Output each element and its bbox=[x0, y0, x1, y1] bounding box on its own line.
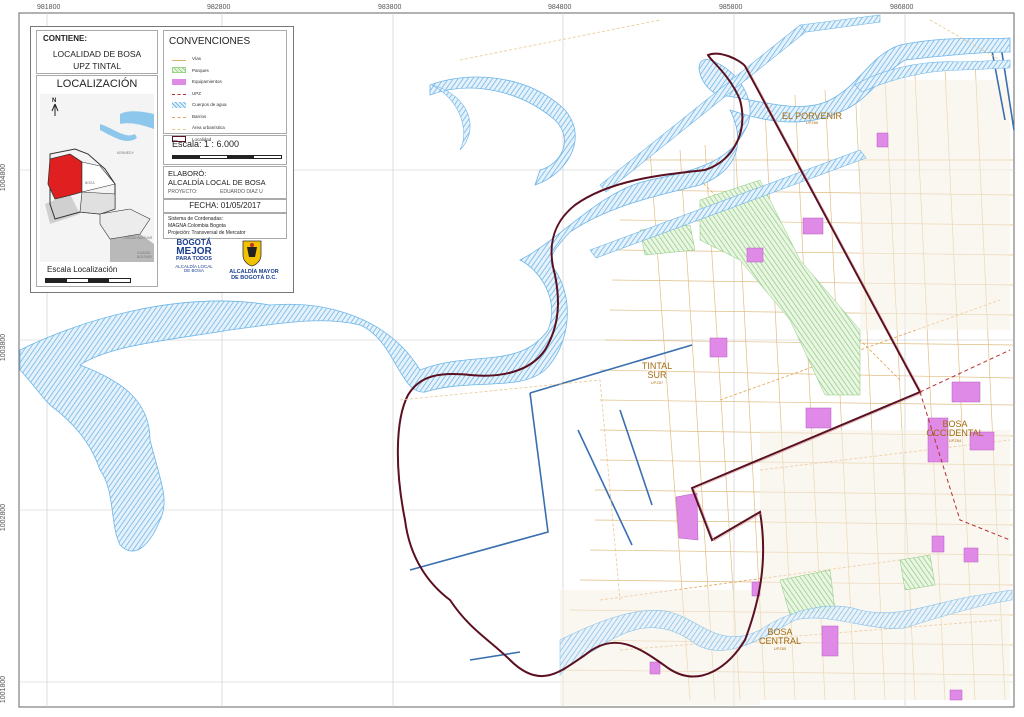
equipment-swatch bbox=[172, 78, 186, 85]
legend-item: Cuerpos de agua bbox=[172, 99, 227, 111]
y-coordinate-label: 1003800 bbox=[0, 333, 8, 362]
x-coordinate-label: 981800 bbox=[37, 4, 61, 11]
legend-list: Vías Parques Equipamientos UPZ Cuerpos d… bbox=[172, 53, 227, 145]
place-label-bosa-central: BOSA CENTRAL UPZ85 bbox=[755, 627, 805, 651]
proyecto-value: EDUARDO DIAZ U bbox=[220, 189, 263, 195]
convenciones-title: CONVENCIONES bbox=[169, 36, 251, 47]
legend-item: UPZ bbox=[172, 88, 227, 100]
legend-label: Vías bbox=[192, 56, 202, 62]
convenciones-box: CONVENCIONES Vías Parques Equipamientos … bbox=[163, 30, 287, 143]
legend-label: Cuerpos de agua bbox=[192, 102, 227, 108]
contiene-line2: UPZ TINTAL bbox=[73, 61, 121, 71]
place-name: BOSA OCCIDENTAL bbox=[926, 419, 984, 439]
escala-label: Escala: 1 : 6.000 bbox=[172, 139, 240, 149]
legend-label: Barrios bbox=[192, 113, 207, 119]
legend-item: Parques bbox=[172, 65, 227, 77]
sistema-line2: MAGNA Colombia Bogota bbox=[168, 223, 226, 229]
sistema-box: Sistema de Cordenadas: MAGNA Colombia Bo… bbox=[163, 213, 287, 239]
sistema-line1: Sistema de Cordenadas: bbox=[168, 216, 224, 222]
legend-label: Equipamientos bbox=[192, 79, 222, 85]
x-coordinate-label: 984800 bbox=[548, 4, 572, 11]
elaboro-box: ELABORÓ: ALCALDÍA LOCAL DE BOSA PROYECTO… bbox=[163, 166, 287, 199]
escala-localizacion-label: Escala Localización bbox=[47, 265, 118, 274]
place-label-tintal-sur: TINTAL SUR UPZ87 bbox=[637, 361, 677, 385]
barrios-swatch bbox=[172, 114, 186, 119]
legend-label: Área urbanística bbox=[192, 125, 225, 131]
bogota-mejor-logo: BOGOTÁ MEJOR PARA TODOS ALCALDÍA LOCAL D… bbox=[168, 239, 220, 274]
place-code: UPZ84 bbox=[948, 437, 962, 443]
map-info-panel: CONTIENE: LOCALIDAD DE BOSA UPZ TINTAL L… bbox=[30, 26, 294, 293]
logo-text: PARA TODOS bbox=[176, 256, 212, 262]
legend-label: Parques bbox=[192, 67, 209, 73]
localizacion-box: LOCALIZACIÓN N KENNEDY BOSA CIUDAD BOLÍV… bbox=[36, 75, 158, 287]
roads-swatch bbox=[172, 57, 186, 61]
legend-label: UPZ bbox=[192, 90, 201, 96]
inset-label: CIUDAD BOLÍVAR bbox=[123, 236, 153, 240]
legend-item: Equipamientos bbox=[172, 76, 227, 88]
x-coordinate-label: 983800 bbox=[378, 4, 402, 11]
scale-bar bbox=[172, 155, 282, 159]
logo-text: DE BOGOTÁ D.C. bbox=[231, 275, 277, 282]
y-coordinate-label: 1001800 bbox=[0, 675, 8, 704]
inset-scale-bar bbox=[45, 278, 131, 283]
elaboro-value: ALCALDÍA LOCAL DE BOSA bbox=[168, 178, 266, 187]
contiene-label: CONTIENE: bbox=[43, 34, 87, 43]
water-swatch bbox=[172, 101, 186, 108]
elaboro-label: ELABORÓ: bbox=[168, 169, 207, 178]
place-name: TINTAL SUR bbox=[641, 361, 673, 381]
proyecto-label: PROYECTO: bbox=[168, 189, 198, 195]
legend-item: Área urbanística bbox=[172, 122, 227, 134]
fecha-box: FECHA: 01/05/2017 bbox=[163, 199, 287, 213]
place-label-bosa-occidental: BOSA OCCIDENTAL UPZ84 bbox=[920, 419, 990, 443]
logos-box: BOGOTÁ MEJOR PARA TODOS ALCALDÍA LOCAL D… bbox=[163, 239, 285, 287]
sistema-line3: Projeción: Transversal de Mercator bbox=[168, 230, 246, 236]
logo-text: DE BOSA bbox=[183, 268, 204, 273]
x-coordinate-label: 982800 bbox=[207, 4, 231, 11]
contiene-box: CONTIENE: LOCALIDAD DE BOSA UPZ TINTAL bbox=[36, 30, 158, 74]
place-code: UPZ85 bbox=[773, 645, 787, 651]
legend-item: Vías bbox=[172, 53, 227, 65]
place-code: UPZ86 bbox=[805, 120, 819, 126]
place-name: BOSA CENTRAL bbox=[758, 627, 801, 647]
inset-label: KENNEDY bbox=[117, 151, 134, 155]
escala-box: Escala: 1 : 6.000 bbox=[163, 135, 287, 165]
legend-item: Barrios bbox=[172, 111, 227, 123]
place-label-el-porvenir: EL PORVENIR UPZ86 bbox=[782, 111, 842, 126]
y-coordinate-label: 1002800 bbox=[0, 503, 8, 532]
inset-label: CIUDAD BOLÍVAR bbox=[137, 251, 152, 259]
y-coordinate-label: 1004800 bbox=[0, 163, 8, 192]
urban-area-swatch bbox=[172, 126, 186, 130]
inset-label: BOSA bbox=[85, 181, 95, 185]
place-code: UPZ87 bbox=[650, 379, 664, 385]
parks-swatch bbox=[172, 67, 186, 74]
contiene-line1: LOCALIDAD DE BOSA bbox=[52, 49, 142, 59]
localizacion-title: LOCALIZACIÓN bbox=[56, 78, 138, 90]
upz-swatch bbox=[172, 91, 186, 96]
x-coordinate-label: 986800 bbox=[890, 4, 914, 11]
fecha-value: FECHA: 01/05/2017 bbox=[189, 201, 261, 210]
alcaldia-mayor-logo: ALCALDÍA MAYOR DE BOGOTÁ D.C. bbox=[223, 269, 285, 281]
x-coordinate-label: 985800 bbox=[719, 4, 743, 11]
bogota-coat-of-arms-icon bbox=[242, 240, 262, 267]
north-arrow-label: N bbox=[52, 98, 57, 104]
